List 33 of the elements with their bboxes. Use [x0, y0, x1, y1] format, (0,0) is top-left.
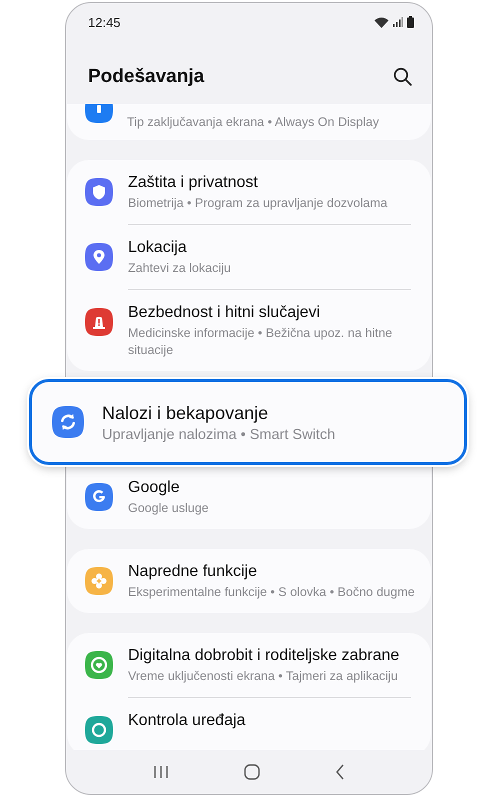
battery-icon — [407, 16, 414, 28]
settings-item[interactable]: Kontrola uređaja — [67, 698, 431, 750]
item-subtitle: Upravljanje nalozima • Smart Switch — [102, 426, 336, 444]
item-title: Digitalna dobrobit i roditeljske zabrane — [128, 646, 400, 666]
item-title: Napredne funkcije — [128, 562, 258, 582]
item-title: Lokacija — [128, 238, 188, 258]
settings-item[interactable]: Zaštita i privatnost Biometrija • Program za upravljanje dozvolama — [67, 160, 431, 224]
search-icon[interactable] — [393, 67, 412, 86]
item-title: Zaštita i privatnost — [128, 173, 259, 193]
home-icon[interactable] — [244, 764, 260, 780]
settings-item[interactable]: Digitalna dobrobit i roditeljske zabrane Vreme uključenosti ekrana • Tajmeri za aplikaciju — [67, 633, 431, 697]
settings-item[interactable]: Bezbednost i hitni slučajevi Medicinske informacije • Bežična upoz. na hitne situacije — [67, 290, 431, 371]
item-title: Nalozi i bekapovanje — [102, 402, 270, 424]
item-subtitle: Google usluge — [128, 500, 209, 517]
recents-icon[interactable] — [153, 765, 170, 779]
page-title: Podešavanja — [88, 66, 204, 88]
item-title: Google — [128, 478, 181, 498]
highlighted-item[interactable]: Nalozi i bekapovanje Upravljanje nalozima • Smart Switch — [29, 379, 467, 465]
item-subtitle: Biometrija • Program za upravljanje dozvolama — [128, 195, 388, 212]
settings-item[interactable]: Lokacija Zahtevi za lokaciju — [67, 225, 431, 289]
item-subtitle: Vreme uključenosti ekrana • Tajmeri za aplikaciju — [128, 668, 399, 685]
status-time: 12:45 — [88, 14, 121, 30]
item-subtitle: Tip zaključavanja ekrana • Always On Display — [127, 114, 379, 130]
item-title: Kontrola uređaja — [128, 711, 246, 731]
settings-item[interactable]: Google Google usluge — [67, 465, 431, 529]
item-subtitle: Medicinske informacije • Bežična upoz. na hitne situacije — [128, 325, 394, 359]
settings-item[interactable]: Napredne funkcije Eksperimentalne funkcije • S olovka • Bočno dugme — [67, 549, 431, 613]
item-subtitle: Zahtevi za lokaciju — [128, 260, 231, 277]
item-subtitle: Eksperimentalne funkcije • S olovka • Bočno dugme — [128, 584, 415, 601]
signal-icon — [393, 17, 403, 27]
back-icon[interactable] — [334, 764, 345, 780]
item-title: Bezbednost i hitni slučajevi — [128, 303, 322, 323]
wifi-icon — [374, 16, 389, 28]
